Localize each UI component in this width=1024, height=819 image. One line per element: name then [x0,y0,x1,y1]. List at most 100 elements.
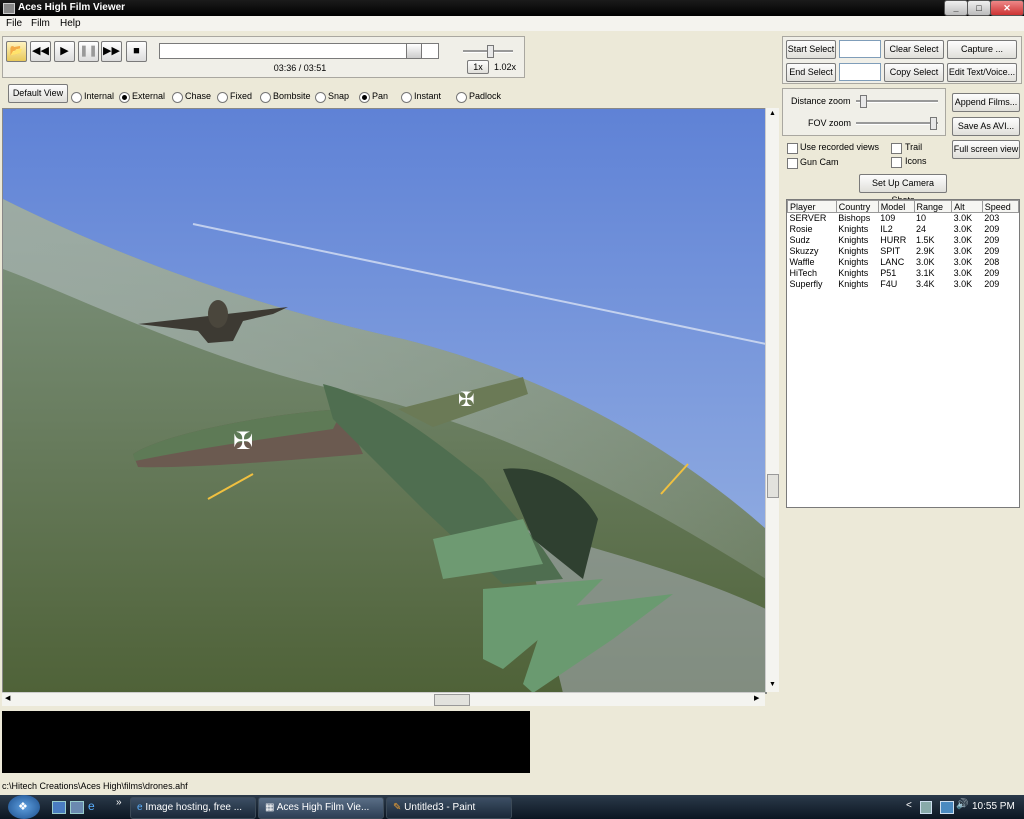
column-header-country[interactable]: Country [835,200,879,213]
gun-cam-checkbox[interactable] [787,158,798,169]
icons-checkbox[interactable] [891,157,902,168]
column-header-speed[interactable]: Speed [981,200,1019,213]
view-radio-fixed[interactable] [217,92,228,103]
table-row[interactable]: SERVER Bishops 109 10 3.0K 203 [788,213,1019,225]
edit-text-voice-button[interactable]: Edit Text/Voice... [947,63,1017,82]
flight-scene: ✠ ✠ [3,109,766,693]
scroll-up-icon[interactable]: ▲ [769,110,776,117]
table-cell: 24 [916,224,927,234]
close-button[interactable]: ✕ [990,0,1024,16]
view-radio-padlock[interactable] [456,92,467,103]
window-title: Aces High Film Viewer [18,2,126,13]
network-icon[interactable] [940,801,954,814]
trail-checkbox[interactable] [891,143,902,154]
fast-forward-button[interactable]: ▶▶ [101,41,122,62]
scroll-right-icon[interactable]: ▶ [754,694,759,702]
use-recorded-views-checkbox[interactable] [787,143,798,154]
view-radio-pan[interactable] [359,92,370,103]
play-button[interactable]: ▶ [54,41,75,62]
task-image-hosting[interactable]: e Image hosting, free ... [130,797,256,819]
column-header-model[interactable]: Model [877,200,915,213]
task-paint[interactable]: ✎ Untitled3 - Paint [386,797,512,819]
tray-expand-icon[interactable]: < [906,800,912,811]
table-cell: Knights [838,224,869,234]
start-button[interactable]: ❖ [8,795,40,819]
capture-button[interactable]: Capture ... [947,40,1017,59]
tray-app-icon[interactable] [920,801,932,814]
table-cell: 109 [880,213,896,223]
save-as-avi-button[interactable]: Save As AVI... [952,117,1020,136]
horizontal-scroll-thumb[interactable] [434,694,470,706]
view-radio-internal[interactable] [71,92,82,103]
clock[interactable]: 10:55 PM [972,801,1015,812]
minimize-button[interactable]: _ [944,0,968,16]
fov-zoom-thumb[interactable] [930,117,937,130]
table-row[interactable]: Skuzzy Knights SPIT 2.9K 3.0K 209 [788,246,1019,257]
quick-launch-overflow[interactable]: » [116,797,122,808]
menu-file[interactable]: File [6,18,22,29]
pause-button[interactable]: ❚❚ [78,41,99,62]
progress-thumb[interactable] [406,43,422,59]
task-aces-high[interactable]: ▦ Aces High Film Vie... [258,797,384,819]
append-films-button[interactable]: Append Films... [952,93,1020,112]
view-radio-instant[interactable] [401,92,412,103]
maximize-button[interactable]: □ [967,0,991,16]
show-desktop-icon[interactable] [52,801,66,814]
default-view-button[interactable]: Default View [8,84,68,103]
table-cell: Knights [838,257,869,267]
table-row[interactable]: Superfly Knights F4U 3.4K 3.0K 209 [788,279,1019,290]
switch-windows-icon[interactable] [70,801,84,814]
speed-slider-thumb[interactable] [487,45,494,58]
horizontal-scrollbar[interactable]: ◀ ▶ [2,692,765,706]
table-cell: Bishops [838,213,871,223]
distance-zoom-thumb[interactable] [860,95,867,108]
full-screen-view-button[interactable]: Full screen view [952,140,1020,159]
progress-slider[interactable] [159,43,439,59]
table-cell: 209 [984,224,1000,234]
paint-task-icon: ✎ [393,802,402,813]
table-row[interactable]: Rosie Knights IL2 24 3.0K 209 [788,224,1019,235]
menu-film[interactable]: Film [31,18,50,29]
volume-icon[interactable]: 🔊 [956,799,968,810]
start-select-button[interactable]: Start Select [786,40,836,59]
speed-reset-button[interactable]: 1x [467,60,489,74]
view-radio-bombsite[interactable] [260,92,271,103]
rewind-icon: ◀◀ [32,45,49,57]
vertical-scrollbar[interactable]: ▲ ▼ [765,108,779,692]
distance-zoom-label: Distance zoom [791,96,851,106]
column-header-range[interactable]: Range [913,200,953,213]
clear-select-button[interactable]: Clear Select [884,40,944,59]
table-row[interactable]: HiTech Knights P51 3.1K 3.0K 209 [788,268,1019,279]
menu-help[interactable]: Help [60,18,81,29]
column-header-alt[interactable]: Alt [951,200,983,213]
table-row[interactable]: Waffle Knights LANC 3.0K 3.0K 208 [788,257,1019,268]
table-cell: 3.0K [953,246,973,256]
end-select-button[interactable]: End Select [786,63,836,82]
end-select-field[interactable] [839,63,881,81]
table-row[interactable]: Sudz Knights HURR 1.5K 3.0K 209 [788,235,1019,246]
vertical-scroll-thumb[interactable] [767,474,779,498]
view-radio-external[interactable] [119,92,130,103]
stop-button[interactable]: ■ [126,41,147,62]
open-folder-button[interactable]: 📂 [6,41,27,62]
table-cell: 3.0K [953,235,973,245]
rewind-button[interactable]: ◀◀ [30,41,51,62]
fov-zoom-track[interactable] [856,122,938,125]
distance-zoom-track[interactable] [856,100,938,103]
player-list[interactable]: Player Country Model Range Alt Speed SERVER Bi… [786,199,1020,508]
view-label-instant: Instant [414,91,442,101]
table-cell: 3.0K [953,268,973,278]
table-cell: 2.9K [916,246,935,256]
scroll-left-icon[interactable]: ◀ [5,694,10,702]
view-radio-snap[interactable] [315,92,326,103]
table-cell: Knights [838,246,869,256]
film-viewport[interactable]: ✠ ✠ [2,108,767,694]
copy-select-button[interactable]: Copy Select ... [884,63,944,94]
internet-explorer-icon[interactable]: e [88,799,95,813]
table-cell: 3.1K [916,268,935,278]
column-header-player[interactable]: Player [787,200,837,213]
start-select-field[interactable] [839,40,881,58]
view-radio-chase[interactable] [172,92,183,103]
set-up-camera-shots-button[interactable]: Set Up Camera Shots [859,174,947,205]
scroll-down-icon[interactable]: ▼ [769,681,776,688]
